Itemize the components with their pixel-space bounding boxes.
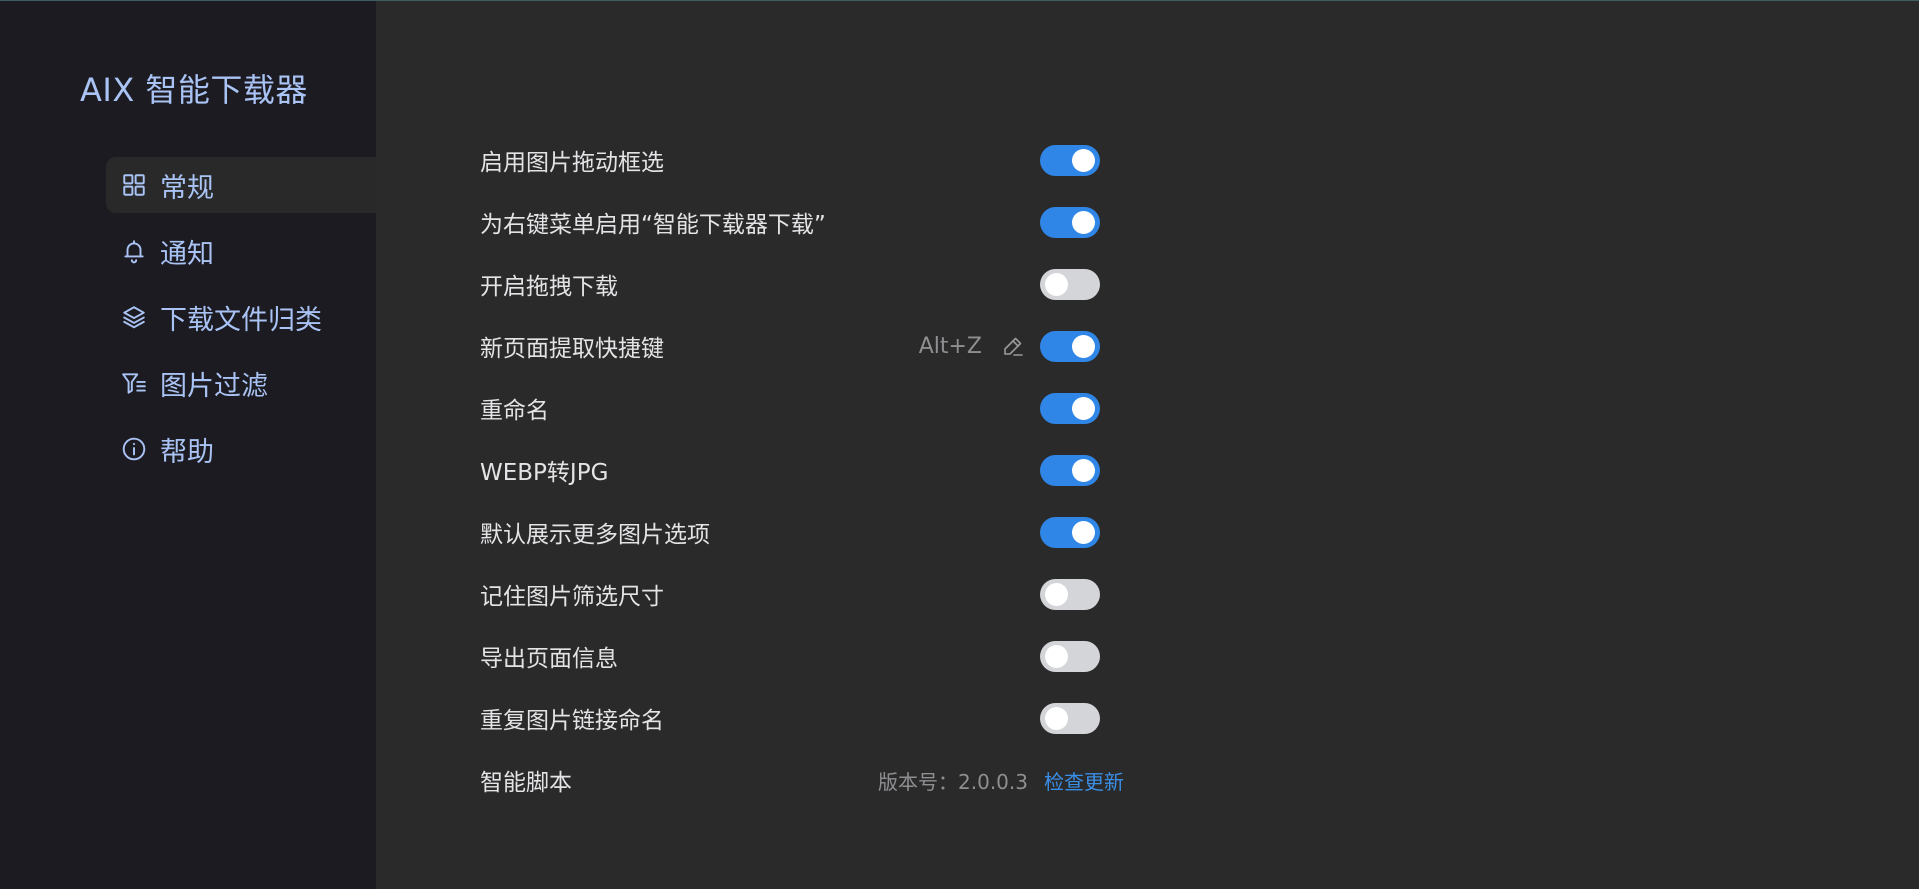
sidebar-item-label: 通知 — [160, 238, 214, 270]
shortcut-value: Alt+Z — [918, 333, 982, 359]
sidebar-item-notifications[interactable]: 通知 — [106, 223, 376, 279]
check-update-link[interactable]: 检查更新 — [1044, 766, 1124, 795]
sidebar-item-general[interactable]: 常规 — [106, 157, 376, 213]
toggle-knob — [1072, 458, 1095, 482]
setting-row-smart-script: 智能脚本 版本号：2.0.0.3 检查更新 — [480, 749, 1124, 811]
toggle-knob — [1072, 334, 1095, 358]
setting-row-webp-to-jpg: WEBP转JPG — [480, 439, 1100, 501]
setting-row-image-drag-select: 启用图片拖动框选 — [480, 129, 1100, 191]
info-icon — [120, 435, 148, 463]
toggle-knob — [1072, 148, 1095, 172]
setting-row-shortcut: 新页面提取快捷键 Alt+Z — [480, 315, 1100, 377]
rename-toggle[interactable] — [1040, 392, 1100, 424]
setting-row-remember-filter-size: 记住图片筛选尺寸 — [480, 563, 1100, 625]
sidebar-nav: 常规 通知 下载文件归类 图片过滤 帮助 — [106, 157, 376, 487]
sidebar-item-help[interactable]: 帮助 — [106, 421, 376, 477]
setting-label: WEBP转JPG — [480, 460, 609, 486]
toggle-knob — [1072, 520, 1095, 544]
export-page-info-toggle[interactable] — [1040, 640, 1100, 672]
setting-label: 为右键菜单启用“智能下载器下载” — [480, 212, 826, 238]
grid-icon — [120, 171, 148, 199]
shortcut-toggle[interactable] — [1040, 330, 1100, 362]
toggle-knob — [1045, 582, 1068, 606]
setting-row-duplicate-link-naming: 重复图片链接命名 — [480, 687, 1100, 749]
webp-to-jpg-toggle[interactable] — [1040, 454, 1100, 486]
sidebar-item-label: 图片过滤 — [160, 370, 268, 402]
sidebar-item-label: 常规 — [160, 172, 214, 204]
version-number: 版本号：2.0.0.3 — [878, 769, 1028, 794]
setting-row-show-more-options: 默认展示更多图片选项 — [480, 501, 1100, 563]
setting-row-export-page-info: 导出页面信息 — [480, 625, 1100, 687]
pencil-icon[interactable] — [1000, 333, 1026, 359]
image-drag-select-toggle[interactable] — [1040, 144, 1100, 176]
remember-filter-size-toggle[interactable] — [1040, 578, 1100, 610]
app-title: AIX 智能下载器 — [80, 71, 308, 109]
sidebar-item-image-filter[interactable]: 图片过滤 — [106, 355, 376, 411]
sidebar-item-label: 下载文件归类 — [160, 304, 322, 336]
toggle-knob — [1045, 706, 1068, 730]
setting-label: 默认展示更多图片选项 — [480, 522, 710, 548]
setting-row-rename: 重命名 — [480, 377, 1100, 439]
setting-label: 重命名 — [480, 398, 549, 424]
setting-label: 智能脚本 — [480, 770, 572, 796]
sidebar: AIX 智能下载器 常规 通知 下载文件归类 图片过滤 帮助 — [0, 1, 376, 889]
setting-label: 记住图片筛选尺寸 — [480, 584, 664, 610]
setting-row-drag-download: 开启拖拽下载 — [480, 253, 1100, 315]
filter-icon — [120, 369, 148, 397]
duplicate-link-naming-toggle[interactable] — [1040, 702, 1100, 734]
setting-row-context-menu: 为右键菜单启用“智能下载器下载” — [480, 191, 1100, 253]
setting-label: 导出页面信息 — [480, 646, 618, 672]
layers-icon — [120, 303, 148, 331]
setting-label: 重复图片链接命名 — [480, 708, 664, 734]
settings-list: 启用图片拖动框选 为右键菜单启用“智能下载器下载” 开启拖拽下载 新页面提取快捷… — [480, 129, 1124, 811]
sidebar-item-file-categories[interactable]: 下载文件归类 — [106, 289, 376, 345]
setting-label: 启用图片拖动框选 — [480, 150, 664, 176]
sidebar-item-label: 帮助 — [160, 436, 214, 468]
setting-label: 新页面提取快捷键 — [480, 336, 664, 362]
toggle-knob — [1045, 272, 1068, 296]
setting-label: 开启拖拽下载 — [480, 274, 618, 300]
settings-window: AIX 智能下载器 常规 通知 下载文件归类 图片过滤 帮助 启用图片拖动框选 … — [0, 0, 1919, 889]
show-more-options-toggle[interactable] — [1040, 516, 1100, 548]
toggle-knob — [1072, 210, 1095, 234]
drag-download-toggle[interactable] — [1040, 268, 1100, 300]
toggle-knob — [1072, 396, 1095, 420]
toggle-knob — [1045, 644, 1068, 668]
context-menu-toggle[interactable] — [1040, 206, 1100, 238]
bell-icon — [120, 237, 148, 265]
main-panel: 启用图片拖动框选 为右键菜单启用“智能下载器下载” 开启拖拽下载 新页面提取快捷… — [376, 1, 1919, 889]
